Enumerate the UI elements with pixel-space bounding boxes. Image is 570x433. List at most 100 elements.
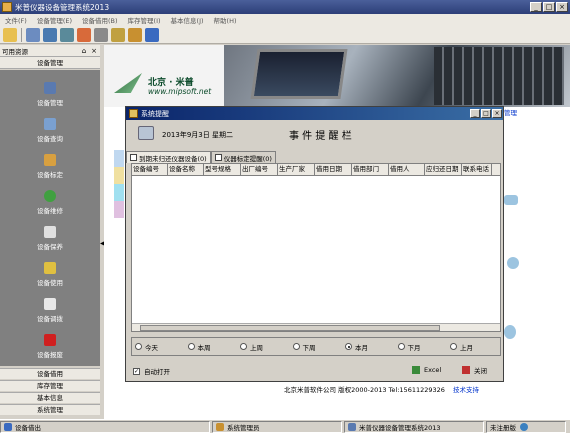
overdue-table[interactable]: 设备编号 设备名称 型号规格 出厂编号 生产厂家 借用日期 借用部门 借用人 应… — [131, 163, 501, 332]
horizontal-scrollbar[interactable] — [132, 323, 500, 331]
product-icon — [348, 422, 356, 431]
sidebar-item-borrow[interactable]: 设备借用 — [0, 368, 100, 379]
close-button[interactable]: × — [556, 2, 568, 12]
column-header[interactable]: 借用部门 — [352, 164, 389, 176]
dialog-minimize-button[interactable]: _ — [470, 109, 480, 118]
monitor-icon[interactable] — [60, 27, 74, 42]
sidebar-item-equipment-query[interactable]: 设备查询 — [0, 118, 100, 150]
sidebar-item-maintenance[interactable]: 设备保养 — [0, 226, 100, 258]
sidebar-item-repair[interactable]: 设备维修 — [0, 190, 100, 222]
sidebar-item-inventory[interactable]: 库存管理 — [0, 380, 100, 391]
column-header[interactable]: 借用日期 — [315, 164, 352, 176]
radio-today[interactable]: 今天 — [132, 342, 185, 352]
sidebar-item-basic-info[interactable]: 基本信息 — [0, 392, 100, 403]
sidebar-item-label: 设备调拨 — [37, 315, 63, 323]
menu-help[interactable]: 帮助(H) — [209, 15, 242, 25]
color-strips — [114, 150, 124, 218]
status-user: 系统管理员 — [212, 420, 342, 433]
app-icon — [2, 2, 12, 12]
dialog-maximize-button[interactable]: □ — [481, 109, 491, 118]
tab-calibration[interactable]: 仪器标定提醒(0) — [210, 151, 276, 163]
help-icon[interactable] — [520, 422, 528, 431]
dialog-title: 系统提醒 — [141, 109, 169, 118]
radio-last-week[interactable]: 上周 — [237, 342, 290, 352]
footer: 北京米普软件公司 版权2000-2013 Tel:15611229326 技术支… — [284, 384, 479, 394]
dialog-date: 2013年9月3日 星期二 — [162, 131, 233, 139]
dialog-tabs: 到期未归还仪器设备(0) 仪器标定提醒(0) — [126, 151, 276, 163]
menu-inventory[interactable]: 库存管理(I) — [123, 15, 166, 25]
tab-overdue[interactable]: 到期未归还仪器设备(0) — [126, 151, 211, 163]
sidebar-item-scrap[interactable]: 设备报废 — [0, 334, 100, 366]
dialog-close-button[interactable]: × — [492, 109, 502, 118]
auto-open-checkbox[interactable]: ✓ 自动打开 — [133, 366, 170, 376]
radio-dot — [135, 343, 142, 350]
menu-bar: 文件(F) 设备管理(E) 设备借用(B) 库存管理(I) 基本信息(J) 帮助… — [0, 14, 570, 26]
close-icon[interactable]: × — [90, 47, 98, 55]
column-header[interactable]: 生产厂家 — [278, 164, 315, 176]
support-link[interactable]: 技术支持 — [453, 386, 479, 394]
column-header[interactable]: 借用人 — [389, 164, 425, 176]
minimize-button[interactable]: _ — [530, 2, 542, 12]
document-icon — [44, 226, 56, 238]
reminder-dialog: 系统提醒 _ □ × 2013年9月3日 星期二 事 件 提 醒 栏 到期未归还… — [125, 106, 504, 382]
radio-dot — [240, 343, 247, 350]
sidebar-item-system[interactable]: 系统管理 — [0, 404, 100, 415]
column-header[interactable]: 出厂编号 — [241, 164, 278, 176]
radio-this-week[interactable]: 本周 — [185, 342, 238, 352]
radio-this-month[interactable]: 本月 — [342, 342, 395, 352]
status-license: 未注册版 — [486, 420, 566, 433]
menu-borrow[interactable]: 设备借用(B) — [77, 15, 123, 25]
dialog-footer: ✓ 自动打开 Excel 关闭 — [126, 361, 503, 379]
status-left: 设备借出 — [0, 420, 210, 433]
period-filter: 今天 本周 上周 下周 本月 下月 上月 — [131, 337, 501, 356]
radio-dot-selected — [345, 343, 352, 350]
calendar-icon — [138, 126, 154, 140]
sidebar-item-label: 设备管理 — [37, 99, 63, 107]
column-header[interactable]: 应归还日期 — [425, 164, 462, 176]
sidebar-item-transfer[interactable]: 设备调拨 — [0, 298, 100, 330]
sidebar-item-usage[interactable]: 设备使用 — [0, 262, 100, 294]
dialog-heading: 事 件 提 醒 栏 — [289, 131, 352, 142]
radio-last-month[interactable]: 上月 — [447, 342, 500, 352]
banner-monitor — [250, 49, 348, 99]
exit-icon[interactable] — [145, 27, 159, 42]
sidebar-section-title[interactable]: 设备管理 — [0, 57, 100, 69]
column-header[interactable]: 联系电话 — [462, 164, 492, 176]
radio-next-month[interactable]: 下月 — [395, 342, 448, 352]
sidebar-item-label: 设备报废 — [37, 351, 63, 359]
radio-next-week[interactable]: 下周 — [290, 342, 343, 352]
book-icon[interactable] — [43, 27, 57, 42]
column-header[interactable]: 型号规格 — [204, 164, 241, 176]
scrollbar-thumb[interactable] — [140, 325, 440, 331]
search-icon — [44, 118, 56, 130]
background-link[interactable]: 管理 — [504, 107, 517, 117]
sidebar-item-label: 设备使用 — [37, 279, 63, 287]
menu-equipment[interactable]: 设备管理(E) — [32, 15, 77, 25]
logo-mark — [114, 73, 142, 93]
menu-basic-info[interactable]: 基本信息(J) — [166, 15, 209, 25]
lock-icon[interactable] — [128, 27, 142, 42]
banner-rack — [434, 47, 564, 105]
tools-icon[interactable] — [111, 27, 125, 42]
column-header[interactable]: 设备名称 — [168, 164, 204, 176]
pin-icon[interactable]: ⌂ — [80, 47, 88, 55]
grid-icon — [44, 82, 56, 94]
sidebar-item-label: 设备维修 — [37, 207, 63, 215]
excel-button[interactable]: Excel — [408, 363, 445, 377]
sidebar-item-calibration[interactable]: 设备标定 — [0, 154, 100, 186]
menu-file[interactable]: 文件(F) — [0, 15, 32, 25]
dialog-icon — [129, 109, 138, 118]
tab-icon — [214, 154, 222, 161]
close-dialog-button[interactable]: 关闭 — [458, 363, 491, 377]
bg-shape — [507, 257, 519, 269]
home-icon[interactable] — [77, 27, 91, 42]
column-header[interactable]: 设备编号 — [132, 164, 168, 176]
list-icon[interactable] — [26, 27, 40, 42]
radio-dot — [187, 343, 195, 350]
maximize-button[interactable]: □ — [543, 2, 555, 12]
sidebar-item-equipment-management[interactable]: 设备管理 — [0, 82, 100, 114]
status-bar: 设备借出 系统管理员 米普仪器设备管理系统2013 未注册版 — [0, 419, 570, 433]
folder-icon[interactable] — [3, 27, 17, 42]
print-icon[interactable] — [94, 27, 108, 42]
banner-url: www.mipsoft.net — [148, 87, 212, 96]
